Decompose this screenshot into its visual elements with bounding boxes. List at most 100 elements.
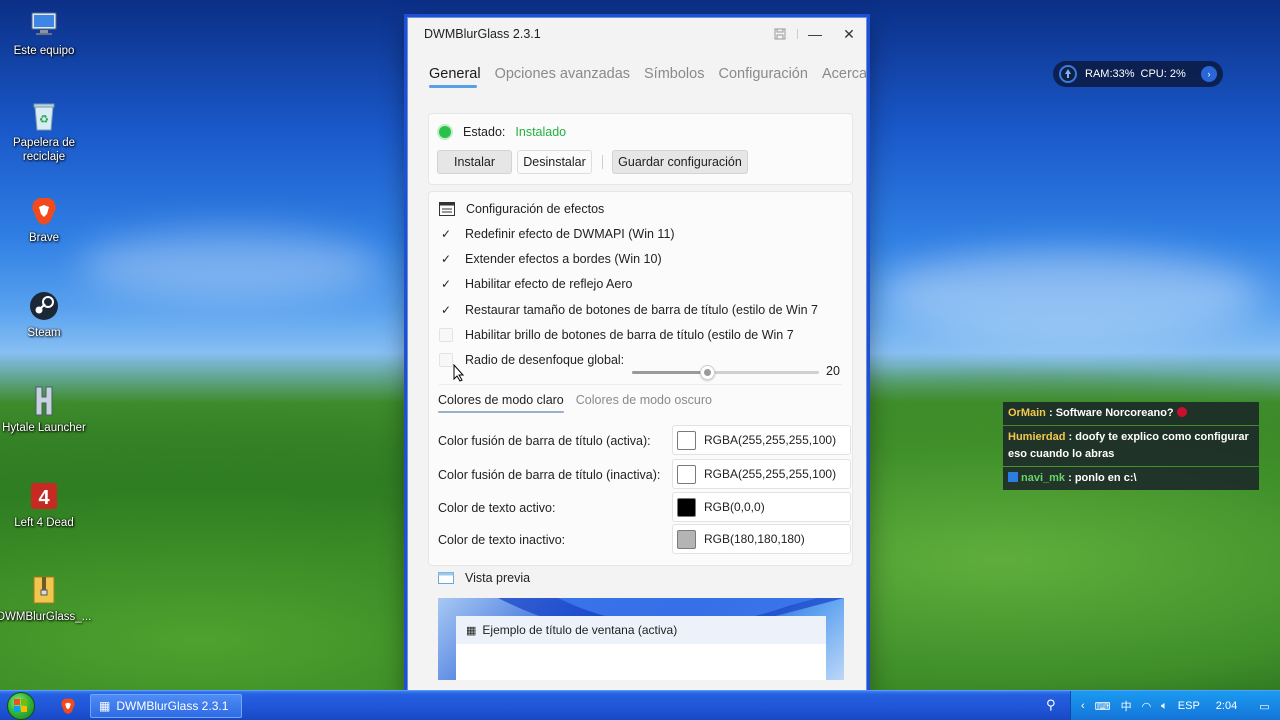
checkbox-checked-icon[interactable]: ✓	[439, 303, 453, 317]
option-restaurar-botones[interactable]: ✓ Restaurar tamaño de botones de barra d…	[439, 300, 818, 320]
start-button[interactable]	[0, 691, 42, 720]
tab-colores-oscuro[interactable]: Colores de modo oscuro	[576, 393, 712, 413]
ime-lang-icon[interactable]: 中	[1121, 698, 1132, 714]
desktop-icon-papelera[interactable]: ♻ Papelera de reciclaje	[0, 100, 88, 164]
desktop-icon-este-equipo[interactable]: Este equipo	[0, 8, 88, 58]
option-label: Restaurar tamaño de botones de barra de …	[465, 303, 818, 317]
recycle-bin-icon: ♻	[28, 100, 60, 132]
color-value: RGBA(255,255,255,100)	[704, 433, 837, 447]
option-label: Habilitar brillo de botones de barra de …	[465, 328, 794, 342]
option-extender-bordes[interactable]: ✓ Extender efectos a bordes (Win 10)	[439, 249, 662, 269]
sample-window: ▦ Ejemplo de título de ventana (activa)	[456, 616, 826, 680]
color-picker-field[interactable]: RGB(0,0,0)	[672, 492, 851, 522]
language-indicator[interactable]: ESP	[1178, 700, 1200, 712]
windows-logo-icon	[7, 691, 35, 720]
blur-radius-value: 20	[826, 364, 840, 378]
save-icon[interactable]	[763, 18, 797, 50]
dwmblurglass-window[interactable]: DWMBlurGlass 2.3.1 — ✕ General Opciones …	[407, 17, 867, 692]
color-value: RGBA(255,255,255,100)	[704, 467, 837, 481]
preview-title: Vista previa	[465, 571, 531, 585]
settings-list-icon	[439, 202, 455, 216]
network-icon[interactable]: ◠	[1142, 700, 1152, 713]
color-value: RGB(180,180,180)	[704, 532, 805, 546]
left4dead-icon: 4	[28, 480, 60, 512]
status-card: Estado: Instalado Instalar Desinstalar G…	[428, 113, 853, 185]
checkbox-unchecked-icon[interactable]	[439, 353, 453, 367]
desktop-icon-brave[interactable]: Brave	[0, 195, 88, 245]
option-radio-desenfoque[interactable]: Radio de desenfoque global:	[439, 350, 624, 370]
clock[interactable]: 2:04	[1216, 700, 1237, 712]
ram-usage: RAM:33%	[1085, 68, 1135, 80]
title-bar[interactable]: DWMBlurGlass 2.3.1 — ✕	[408, 18, 866, 50]
blur-label: Radio de desenfoque global:	[465, 353, 625, 367]
arrow-right-icon[interactable]: ›	[1201, 66, 1217, 82]
option-reflejo-aero[interactable]: ✓ Habilitar efecto de reflejo Aero	[439, 274, 633, 294]
checkbox-checked-icon[interactable]: ✓	[439, 277, 453, 291]
ime-icon[interactable]: ⌨	[1095, 700, 1111, 713]
chat-message: Humierdad : doofy te explico como config…	[1003, 426, 1259, 466]
chat-user: navi_mk	[1021, 472, 1066, 484]
color-value: RGB(0,0,0)	[704, 500, 765, 514]
sample-titlebar: ▦ Ejemplo de título de ventana (activa)	[456, 616, 826, 644]
divider	[439, 384, 842, 385]
color-picker-field[interactable]: RGB(180,180,180)	[672, 524, 851, 554]
option-label: Redefinir efecto de DWMAPI (Win 11)	[465, 227, 675, 241]
tab-configuracion[interactable]: Configuración	[718, 66, 807, 90]
color-swatch[interactable]	[677, 497, 696, 517]
desktop-icon-label: Left 4 Dead	[14, 517, 74, 529]
hytale-icon	[28, 385, 60, 417]
desktop-icon-hytale[interactable]: Hytale Launcher	[0, 385, 88, 435]
desktop-icon-left4dead[interactable]: 4 Left 4 Dead	[0, 480, 88, 530]
uninstall-button[interactable]: Desinstalar	[517, 150, 592, 174]
checkbox-checked-icon[interactable]: ✓	[439, 227, 453, 241]
save-config-button[interactable]: Guardar configuración	[612, 150, 748, 174]
tab-general[interactable]: General	[429, 66, 481, 90]
svg-text:4: 4	[38, 487, 50, 509]
checkbox-checked-icon[interactable]: ✓	[439, 252, 453, 266]
color-label: Color fusión de barra de título (inactiv…	[438, 468, 661, 482]
tab-colores-claro[interactable]: Colores de modo claro	[438, 393, 564, 413]
color-row-text-inactive: Color de texto inactivo: RGB(180,180,180…	[438, 524, 851, 554]
color-picker-field[interactable]: RGBA(255,255,255,100)	[672, 459, 851, 489]
chat-user: OrMain	[1008, 407, 1046, 419]
desktop-icon-label: Brave	[28, 232, 60, 244]
brave-taskbar-icon[interactable]	[60, 697, 76, 719]
sample-title: Ejemplo de título de ventana (activa)	[482, 623, 678, 637]
system-monitor-widget[interactable]: RAM:33% CPU: 2% ›	[1053, 61, 1223, 87]
notifications-icon[interactable]: ▭	[1259, 700, 1269, 713]
color-mode-tabs: Colores de modo claro Colores de modo os…	[438, 393, 724, 413]
zip-folder-icon	[28, 574, 60, 606]
desktop-icon-label: Hytale Launcher	[2, 422, 86, 434]
taskbar-item-label: DWMBlurGlass 2.3.1	[116, 699, 229, 713]
slider-thumb[interactable]	[699, 365, 715, 380]
color-picker-field[interactable]: RGBA(255,255,255,100)	[672, 425, 851, 455]
color-swatch[interactable]	[677, 464, 696, 484]
close-icon[interactable]: ✕	[832, 18, 866, 50]
minimize-icon[interactable]: —	[798, 18, 832, 50]
show-hidden-icons-icon[interactable]: ‹	[1081, 700, 1085, 712]
tab-simbolos[interactable]: Símbolos	[644, 66, 704, 90]
slider-fill	[632, 371, 707, 374]
color-swatch[interactable]	[677, 430, 696, 450]
brave-icon	[28, 195, 60, 227]
color-swatch[interactable]	[677, 529, 696, 549]
desktop-icon-steam[interactable]: Steam	[0, 290, 88, 340]
app-icon: ▦	[466, 624, 477, 637]
blur-radius-slider[interactable]	[632, 365, 819, 380]
option-brillo-botones[interactable]: Habilitar brillo de botones de barra de …	[439, 325, 794, 345]
people-icon[interactable]: ⚲	[1046, 698, 1056, 713]
desktop-icon-label: Steam	[27, 327, 61, 339]
tab-acerca-de[interactable]: Acerca de	[822, 66, 866, 90]
cpu-usage: CPU: 2%	[1140, 68, 1186, 80]
desktop-icon-dwmblurglass-zip[interactable]: DWMBlurGlass_...	[0, 574, 91, 624]
chat-text: : Software Norcoreano?	[1048, 407, 1174, 419]
install-button[interactable]: Instalar	[437, 150, 512, 174]
desktop-icon-label: Papelera de reciclaje	[12, 137, 76, 163]
volume-icon[interactable]: 🔈︎	[1161, 700, 1168, 713]
checkbox-unchecked-icon[interactable]	[439, 328, 453, 342]
tab-opciones-avanzadas[interactable]: Opciones avanzadas	[495, 66, 630, 90]
preview-header: Vista previa	[438, 571, 530, 585]
divider	[602, 155, 603, 169]
taskbar-item-dwmblurglass[interactable]: ▦ DWMBlurGlass 2.3.1	[90, 694, 242, 718]
option-redefinir-dwmapi[interactable]: ✓ Redefinir efecto de DWMAPI (Win 11)	[439, 224, 675, 244]
